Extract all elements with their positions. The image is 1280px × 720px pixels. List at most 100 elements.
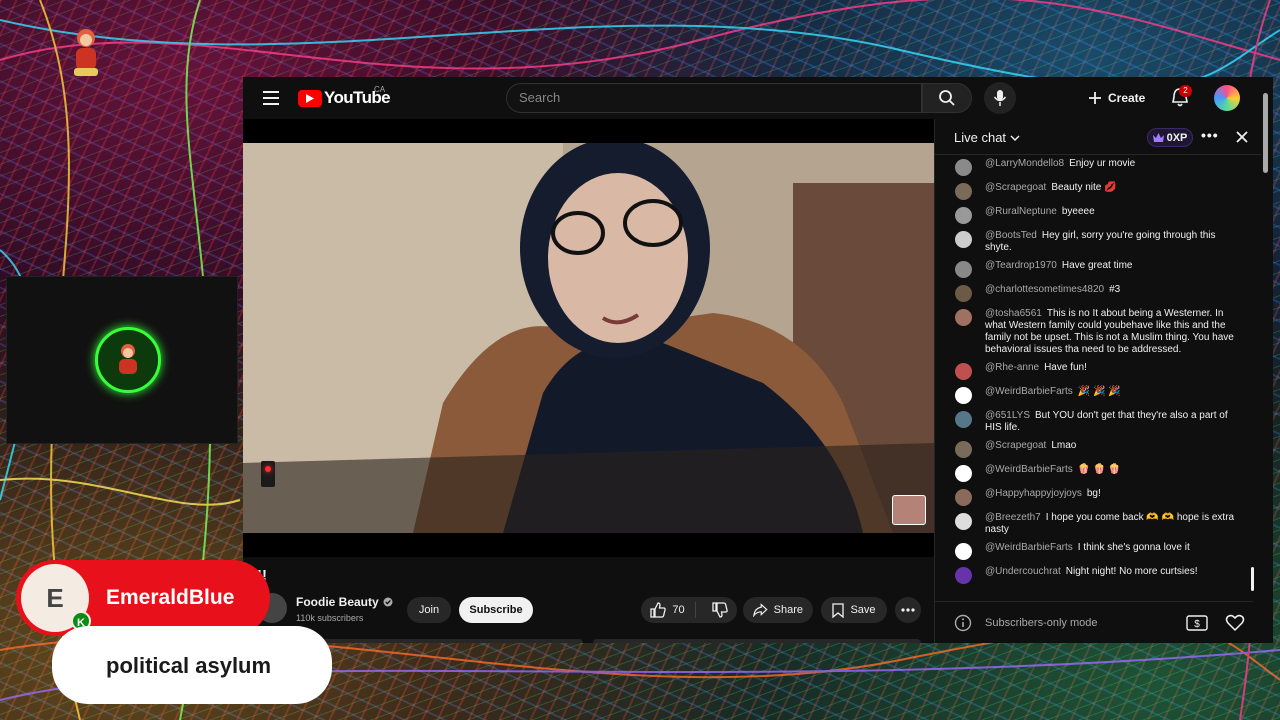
chat-author[interactable]: @Happyhappyjoyjoys [985,488,1082,499]
chat-avatar[interactable] [955,489,972,506]
chat-avatar[interactable] [955,543,972,560]
chat-message[interactable]: @Rhe-anne Have fun! [935,359,1253,383]
chat-avatar[interactable] [955,363,972,380]
chat-author[interactable]: @WeirdBarbieFarts [985,464,1073,475]
search-button[interactable] [922,83,972,113]
create-button[interactable]: Create [1088,87,1145,109]
chat-message[interactable]: @BootsTed Hey girl, sorry you're going th… [935,227,1253,257]
chat-avatar[interactable] [955,309,972,326]
chat-message-list[interactable]: @LarryMondello8 Enjoy ur movie @Scrapegoat… [935,155,1253,601]
chat-message[interactable]: @Scrapegoat Lmao [935,437,1253,461]
chat-author[interactable]: @BootsTed [985,230,1037,241]
live-chat-panel: Live chat 0XP ••• @LarryMondello8 Enjoy u… [934,119,1261,643]
chat-author[interactable]: @LarryMondello8 [985,158,1064,169]
chat-avatar[interactable] [955,231,972,248]
channel-name[interactable]: Foodie Beauty [296,595,393,609]
super-chat-button[interactable]: $ [1186,614,1208,632]
play-icon [298,89,322,107]
menu-icon[interactable] [263,91,279,105]
search-icon [939,90,955,106]
chat-avatar[interactable] [955,261,972,278]
subscribers-only-mode: Subscribers-only mode [985,617,1098,629]
more-actions-button[interactable] [895,597,921,623]
dislike-button[interactable] [702,602,738,618]
reaction-button[interactable] [1225,613,1245,633]
chat-message[interactable]: @Happyhappyjoyjoys bg! [935,485,1253,509]
chat-message[interactable]: @tosha6561 This is no It about being a We… [935,305,1253,359]
chat-author[interactable]: @Rhe-anne [985,362,1039,373]
chat-avatar[interactable] [955,387,972,404]
chat-scrollbar[interactable] [1251,567,1254,591]
chat-author[interactable]: @RuralNeptune [985,206,1057,217]
chat-avatar[interactable] [955,411,972,428]
crown-icon [1152,133,1164,142]
chat-author[interactable]: @Breezeth7 [985,512,1041,523]
create-label: Create [1108,91,1146,105]
chat-avatar[interactable] [955,159,972,176]
chat-avatar[interactable] [955,207,972,224]
info-icon[interactable] [954,614,972,632]
scrollbar-thumb[interactable] [1263,93,1268,173]
streamer-webcam-placeholder [6,276,238,444]
chat-avatar[interactable] [955,513,972,530]
channel-name-text: Foodie Beauty [296,595,379,609]
chat-avatar[interactable] [955,285,972,302]
chat-text: Enjoy ur movie [1069,158,1136,169]
bookmark-icon [832,602,845,618]
video-player[interactable] [243,119,934,557]
xp-badge[interactable]: 0XP [1147,128,1193,147]
chat-author[interactable]: @Scrapegoat [985,440,1046,451]
save-button[interactable]: Save [821,597,887,623]
chat-avatar[interactable] [955,465,972,482]
chat-author[interactable]: @charlottesometimes4820 [985,284,1104,295]
join-button[interactable]: Join [407,597,451,623]
subscribe-button[interactable]: Subscribe [459,597,533,623]
chat-author[interactable]: @WeirdBarbieFarts [985,542,1073,553]
chat-author[interactable]: @651LYS [985,410,1030,421]
recording-light [261,461,275,487]
share-button[interactable]: Share [743,597,813,623]
voice-search-button[interactable] [984,82,1016,114]
share-icon [753,603,768,617]
more-vertical-icon[interactable]: ••• [1201,127,1219,143]
verified-icon [383,597,393,607]
chat-message[interactable]: @651LYS But YOU don't get that they're al… [935,407,1253,437]
chat-message[interactable]: @RuralNeptune byeeee [935,203,1253,227]
like-count: 70 [672,604,685,616]
account-avatar[interactable] [1214,85,1240,111]
chat-author[interactable]: @WeirdBarbieFarts [985,386,1073,397]
xp-value: 0XP [1166,131,1188,144]
chat-text: Lmao [1051,440,1077,451]
chat-message[interactable]: @Undercouchrat Night night! No more curts… [935,563,1253,587]
live-chat-mode-dropdown[interactable]: Live chat [954,130,1020,145]
chat-avatar[interactable] [955,441,972,458]
video-info: !! Foodie Beauty 110k subscribers Join S… [243,557,934,643]
notifications-button[interactable]: 2 [1170,85,1192,109]
chat-avatar[interactable] [955,183,972,200]
chat-author[interactable]: @Undercouchrat [985,566,1061,577]
chat-avatar[interactable] [955,567,972,584]
chat-author[interactable]: @tosha6561 [985,308,1042,319]
page-scrollbar[interactable] [1262,89,1270,643]
chat-author[interactable]: @Scrapegoat [985,182,1046,193]
subscriber-count: 110k subscribers [296,613,364,623]
recommendation-card [593,639,921,643]
search-input[interactable]: Search [506,83,922,113]
chat-message[interactable]: @WeirdBarbieFarts I think she's gonna lov… [935,539,1253,563]
close-chat-button[interactable] [1231,126,1253,148]
thumbs-up-icon [650,602,667,618]
chat-message[interactable]: @Scrapegoat Beauty nite 💋 [935,179,1253,203]
chat-message[interactable]: @WeirdBarbieFarts 🍿 🍿 🍿 [935,461,1253,485]
live-chat-title: Live chat [954,130,1007,145]
country-code: CA [374,85,386,94]
close-icon [1236,131,1248,143]
chat-message[interactable]: @WeirdBarbieFarts 🎉 🎉 🎉 [935,383,1253,407]
chat-author[interactable]: @Teardrop1970 [985,260,1057,271]
plus-icon [1089,92,1101,104]
chat-message[interactable]: @Teardrop1970 Have great time [935,257,1253,281]
chat-message[interactable]: @Breezeth7 I hope you come back 🫶 🫶 hope … [935,509,1253,539]
alert-username: EmeraldBlue [106,586,235,609]
chat-message[interactable]: @charlottesometimes4820 #3 [935,281,1253,305]
chat-message[interactable]: @LarryMondello8 Enjoy ur movie [935,155,1253,179]
like-button[interactable]: 70 [640,602,696,618]
